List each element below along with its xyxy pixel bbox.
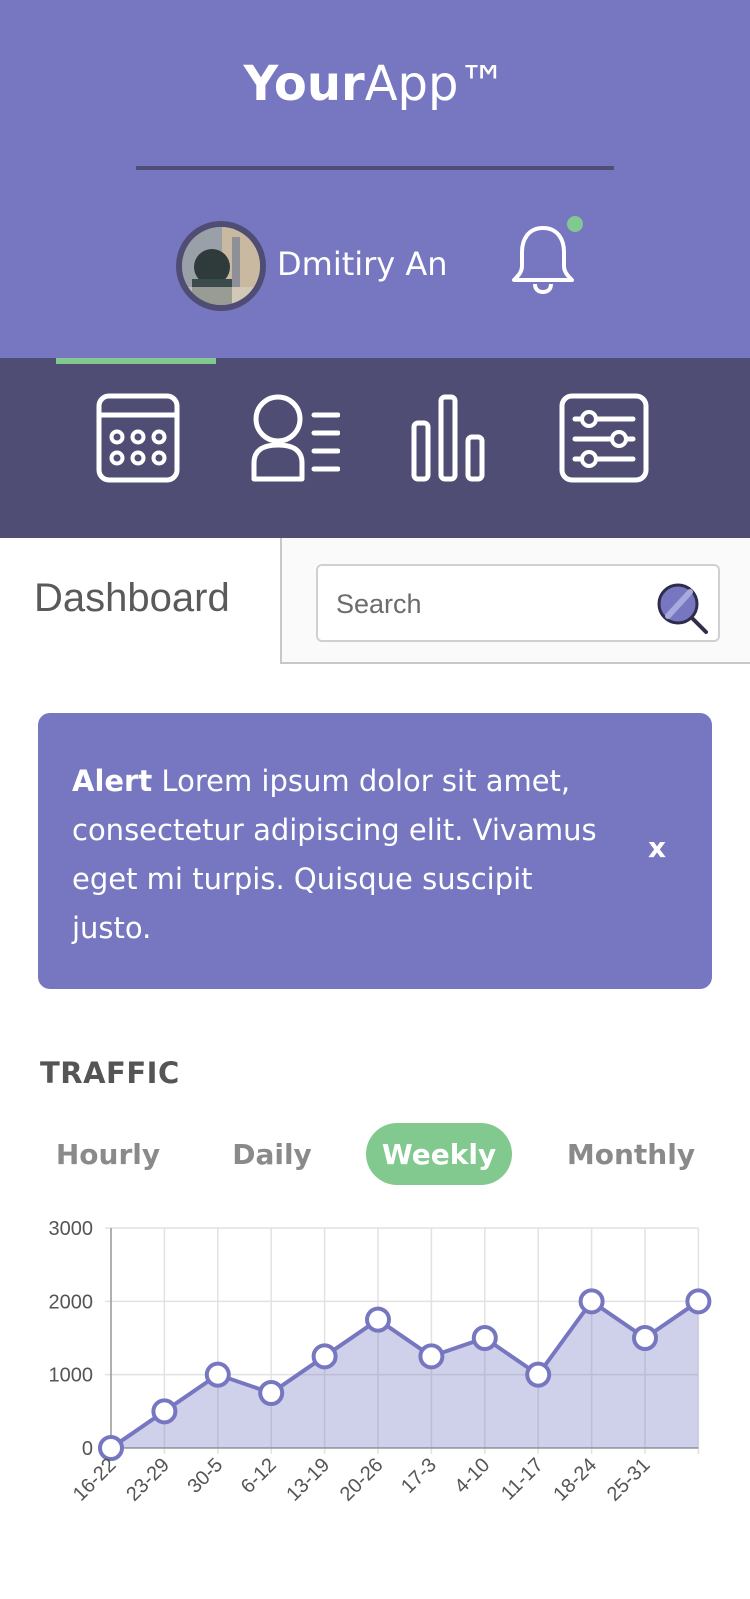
x-tick-label: 25-31: [603, 1454, 655, 1506]
tab-daily[interactable]: Daily: [218, 1123, 326, 1185]
data-point: [151, 1398, 178, 1425]
app-title-bold: Your: [243, 56, 365, 112]
bar-chart-icon: [411, 394, 485, 482]
x-tick-label: 23-29: [122, 1454, 174, 1506]
traffic-title: TRAFFIC: [40, 1056, 180, 1090]
notification-dot: [567, 216, 583, 232]
y-tick-label: 2000: [49, 1291, 94, 1313]
data-point: [471, 1325, 498, 1351]
user-name: Dmitiry An: [277, 245, 448, 283]
data-point: [685, 1288, 712, 1315]
app-title: YourApp™: [0, 56, 750, 112]
data-point: [258, 1380, 285, 1406]
page-title: Dashboard: [34, 576, 230, 620]
x-tick-label: 4-10: [450, 1454, 494, 1498]
nav-item-calendar[interactable]: [88, 388, 188, 488]
x-tick-label: 6-12: [237, 1454, 281, 1498]
traffic-chart: 0 1000 2000 3000 16-22 23-29 30-5 6-12 13-19 20-2…: [49, 1218, 712, 1506]
nav-item-settings[interactable]: [554, 388, 654, 488]
header-divider: [136, 166, 614, 170]
data-point: [204, 1361, 231, 1388]
x-tick-label: 17-3: [397, 1454, 441, 1498]
bell-icon[interactable]: [510, 222, 576, 294]
tab-monthly[interactable]: Monthly: [560, 1123, 702, 1185]
tab-weekly[interactable]: Weekly: [366, 1123, 512, 1185]
data-point: [418, 1343, 445, 1370]
alert-close-button[interactable]: x: [642, 831, 672, 871]
data-point: [365, 1306, 391, 1333]
alert-label: Alert: [72, 764, 153, 798]
alert-text: Alert Lorem ipsum dolor sit amet, consec…: [72, 757, 602, 953]
data-point: [632, 1325, 658, 1351]
search-icon[interactable]: [654, 580, 710, 636]
search-input[interactable]: [336, 584, 636, 624]
nav-item-reports[interactable]: [398, 388, 498, 488]
x-tick-label: 16-22: [69, 1454, 121, 1506]
nav-active-indicator: [56, 358, 216, 364]
data-point: [525, 1361, 552, 1388]
x-tick-label: 18-24: [549, 1454, 601, 1506]
calendar-icon: [96, 393, 180, 483]
search-box: [316, 564, 720, 642]
settings-sliders-icon: [559, 393, 649, 483]
data-point: [578, 1288, 605, 1315]
x-tick-label: 20-26: [336, 1454, 388, 1506]
members-icon: [251, 394, 340, 482]
x-tick-label: 11-17: [497, 1454, 548, 1505]
tab-hourly[interactable]: Hourly: [50, 1123, 166, 1185]
data-point: [311, 1343, 338, 1370]
app-header: YourApp™ Dmitiry An: [0, 0, 750, 358]
avatar[interactable]: [176, 221, 266, 311]
y-tick-label: 0: [82, 1438, 93, 1460]
main-nav: [0, 358, 750, 538]
y-tick-label: 1000: [49, 1365, 94, 1387]
app-title-light: App™: [364, 56, 507, 112]
nav-item-members[interactable]: [244, 388, 344, 488]
x-tick-label: 30-5: [183, 1454, 227, 1498]
search-panel: [280, 538, 750, 664]
alert-banner: Alert Lorem ipsum dolor sit amet, consec…: [38, 713, 712, 989]
x-tick-label: 13-19: [282, 1454, 334, 1506]
y-tick-label: 3000: [49, 1218, 94, 1240]
